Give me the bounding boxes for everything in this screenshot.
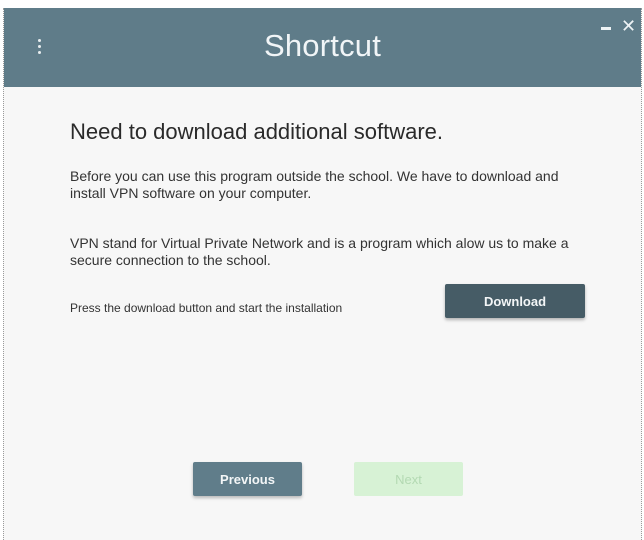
window-title: Shortcut [263, 28, 382, 63]
shortcut-window: Shortcut ✕ Need to download additional s… [3, 8, 642, 540]
vpn-explanation-paragraph: VPN stand for Virtual Private Network an… [70, 235, 569, 268]
intro-paragraph: Before you can use this program outside … [70, 168, 559, 201]
previous-button[interactable]: Previous [193, 462, 302, 496]
next-button[interactable]: Next [354, 462, 463, 496]
minimize-button[interactable] [600, 22, 612, 34]
close-icon: ✕ [621, 16, 637, 36]
download-instruction: Press the download button and start the … [70, 301, 343, 315]
title-bar: Shortcut ✕ [4, 8, 641, 87]
close-button[interactable]: ✕ [621, 16, 637, 36]
minimize-icon [601, 27, 611, 30]
download-button[interactable]: Download [445, 284, 585, 318]
page-heading: Need to download additional software. [70, 119, 444, 144]
app-root: Shortcut ✕ Need to download additional s… [0, 0, 644, 540]
